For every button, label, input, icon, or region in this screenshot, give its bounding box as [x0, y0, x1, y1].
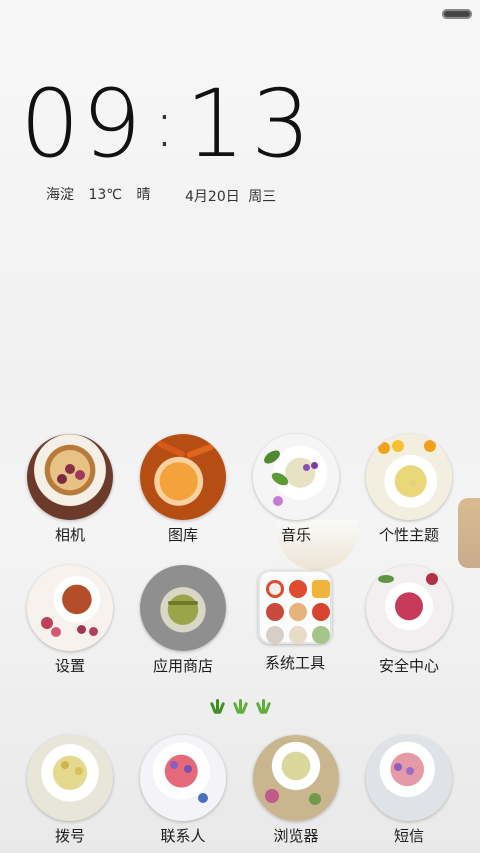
app-label: 设置 — [54, 657, 85, 675]
page-dot[interactable] — [255, 698, 272, 715]
page-indicator[interactable] — [209, 698, 272, 715]
app-label: 拨号 — [54, 827, 85, 845]
folder-mini-app-icon — [266, 603, 284, 621]
folder-mini-app-icon — [312, 580, 330, 598]
tea-cup-red-icon — [27, 565, 113, 651]
app-phone[interactable]: 拨号 — [20, 735, 120, 845]
folder-mini-app-icon — [289, 603, 307, 621]
folder-mini-app-icon — [289, 580, 307, 598]
tea-cup-violet-icon — [253, 434, 339, 520]
app-security-center[interactable]: 安全中心 — [359, 565, 459, 675]
folder-mini-app-icon — [312, 603, 330, 621]
app-themes[interactable]: 个性主题 — [359, 434, 459, 544]
app-gallery[interactable]: 图库 — [133, 434, 233, 544]
tea-cup-orange-icon — [140, 434, 226, 520]
folder-mini-app-icon — [266, 580, 284, 598]
app-label: 图库 — [167, 526, 198, 544]
date-day: 4月20日 — [185, 189, 240, 205]
app-label: 短信 — [393, 827, 424, 845]
folder-mini-app-icon — [312, 626, 330, 644]
app-label: 系统工具 — [264, 654, 325, 672]
date-weekday: 周三 — [248, 189, 277, 205]
page-dot[interactable] — [232, 698, 249, 715]
tea-cup-yellow-icon — [27, 735, 113, 821]
app-contacts[interactable]: 联系人 — [133, 735, 233, 845]
app-browser[interactable]: 浏览器 — [246, 735, 346, 845]
weather-widget[interactable]: 海淀 13℃ 晴 — [46, 184, 160, 204]
clock-minutes: 13 — [185, 70, 317, 179]
tea-cup-chamomile-icon — [366, 434, 452, 520]
app-label: 音乐 — [280, 526, 311, 544]
clock-hours: 09 — [20, 70, 144, 179]
clock-widget[interactable]: 09 : 13 — [20, 78, 317, 172]
tea-cup-rose-pink-icon — [366, 565, 452, 651]
app-messages[interactable]: 短信 — [359, 735, 459, 845]
tea-cup-pink-icon — [140, 735, 226, 821]
weather-temperature: 13℃ — [88, 187, 122, 203]
weather-location: 海淀 — [46, 187, 74, 203]
clock-separator: : — [153, 88, 176, 162]
app-label: 安全中心 — [378, 657, 439, 675]
app-settings[interactable]: 设置 — [20, 565, 120, 675]
tea-cup-green-icon — [253, 735, 339, 821]
app-camera[interactable]: 相机 — [20, 434, 120, 544]
date-widget[interactable]: 4月20日 周三 — [185, 186, 280, 206]
status-bar — [0, 0, 480, 28]
weather-condition: 晴 — [136, 187, 151, 203]
battery-icon — [442, 9, 472, 19]
app-label: 浏览器 — [273, 827, 319, 845]
app-music[interactable]: 音乐 — [246, 434, 346, 544]
app-label: 应用商店 — [152, 657, 213, 675]
app-label: 联系人 — [160, 827, 206, 845]
folder-mini-app-icon — [289, 626, 307, 644]
system-tools-folder-icon[interactable] — [258, 570, 332, 644]
app-store[interactable]: 应用商店 — [133, 565, 233, 675]
page-dot-active[interactable] — [209, 698, 226, 715]
background-teapot — [458, 498, 480, 568]
tea-cup-roses-icon — [27, 434, 113, 520]
folder-mini-app-icon — [266, 626, 284, 644]
app-label: 个性主题 — [378, 526, 439, 544]
tea-cup-herbal-icon — [140, 565, 226, 651]
app-label: 相机 — [54, 526, 85, 544]
tea-cup-rose-icon — [366, 735, 452, 821]
